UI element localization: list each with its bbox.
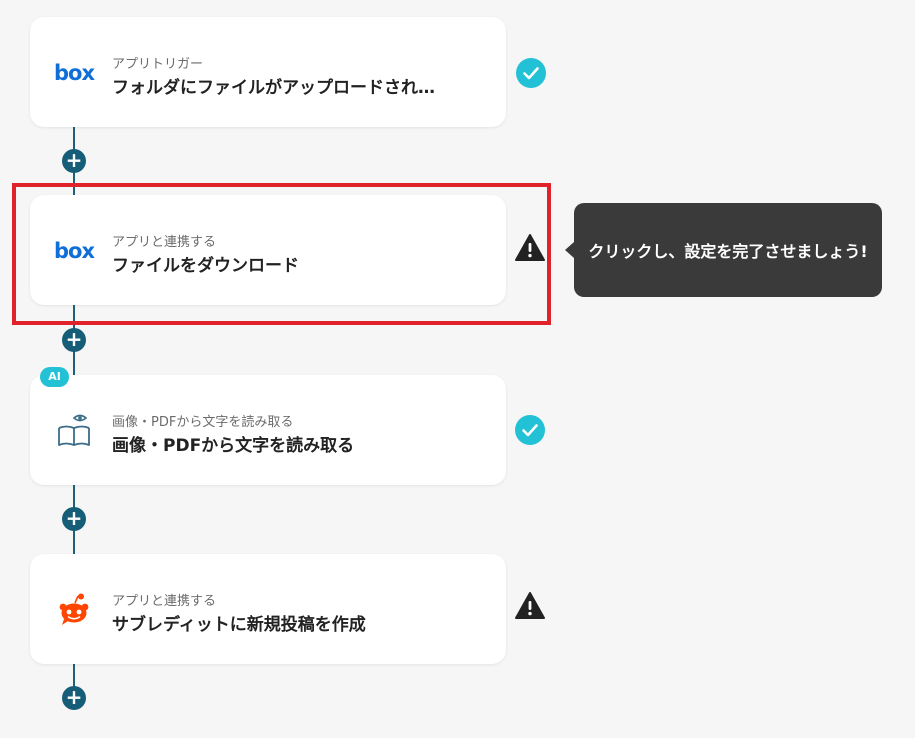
box-logo-icon: box [54,53,95,93]
add-step-button[interactable]: + [62,328,86,352]
flow-step-card-reddit[interactable]: アプリと連携する サブレディットに新規投稿を作成 [30,554,506,664]
book-eye-icon [54,411,94,451]
step-title: サブレディットに新規投稿を作成 [112,615,366,635]
step-subtitle: アプリと連携する [112,594,217,609]
flow-step-card-trigger[interactable]: box アプリトリガー フォルダにファイルがアップロードされ… [30,17,506,127]
flow-step-card-ocr[interactable]: AI 画像・PDFから文字を読み取る 画像・PDFから文字を読み取る [30,367,506,485]
tooltip-text: クリックし、設定を完了させましょう! [588,242,868,261]
setup-tooltip: クリックし、設定を完了させましょう! [565,203,882,297]
check-circle-icon [516,58,546,88]
tooltip-arrow [565,242,574,258]
add-step-button[interactable]: + [62,507,86,531]
step-subtitle: アプリトリガー [112,57,204,72]
reddit-icon [54,590,94,630]
add-step-button[interactable]: + [62,149,86,173]
step-title: 画像・PDFから文字を読み取る [112,436,355,456]
ai-badge: AI [40,367,69,387]
step-subtitle: 画像・PDFから文字を読み取る [112,415,294,430]
box-logo-text: box [54,61,95,85]
add-step-button[interactable]: + [62,686,86,710]
check-circle-icon [515,415,545,445]
warning-icon [515,234,545,261]
warning-icon [515,592,545,619]
highlight-frame [12,183,551,325]
step-title: フォルダにファイルがアップロードされ… [112,78,435,98]
